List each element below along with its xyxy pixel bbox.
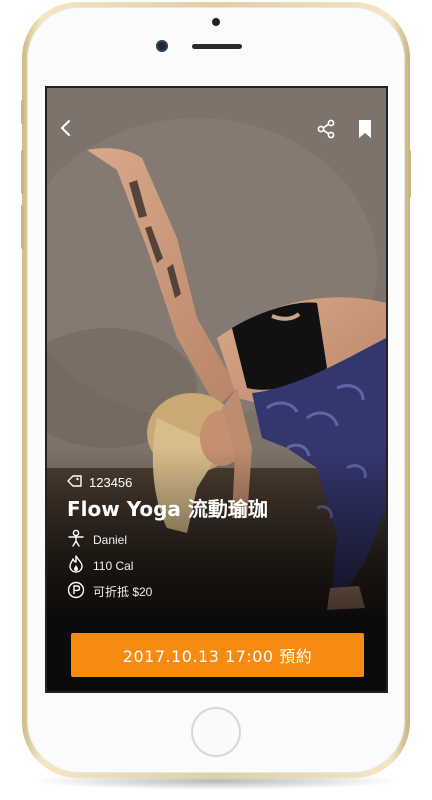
booking-bar: 2017.10.13 17:00 預約 [47,618,386,691]
calories-row: 110 Cal [67,555,133,576]
power-button [408,150,411,198]
volume-up-button [21,150,24,194]
volume-down-button [21,205,24,249]
person-icon [67,529,85,550]
tag-icon [67,474,83,491]
mute-switch [21,100,24,124]
home-button[interactable] [191,707,241,757]
discount-row: 可折抵 $20 [67,581,152,602]
app-screen: 123456 Flow Yoga 流動瑜珈 Daniel 110 Cal 可折抵… [45,86,388,693]
earpiece-speaker [192,44,242,49]
proximity-sensor [212,18,220,26]
instructor-row: Daniel [67,529,127,550]
class-code-row: 123456 [67,474,132,491]
front-camera [156,40,168,52]
book-button[interactable]: 2017.10.13 17:00 預約 [71,633,364,677]
flame-icon [67,555,85,576]
discount-value: 可折抵 $20 [93,585,153,599]
class-title: Flow Yoga 流動瑜珈 [67,497,268,521]
share-icon[interactable] [315,118,337,145]
bookmark-icon[interactable] [356,118,374,145]
chevron-left-icon[interactable] [57,118,75,143]
calories-value: 110 Cal [93,558,134,573]
class-code: 123456 [89,475,133,490]
instructor-name: Daniel [93,532,128,547]
p-coin-icon [67,581,85,602]
